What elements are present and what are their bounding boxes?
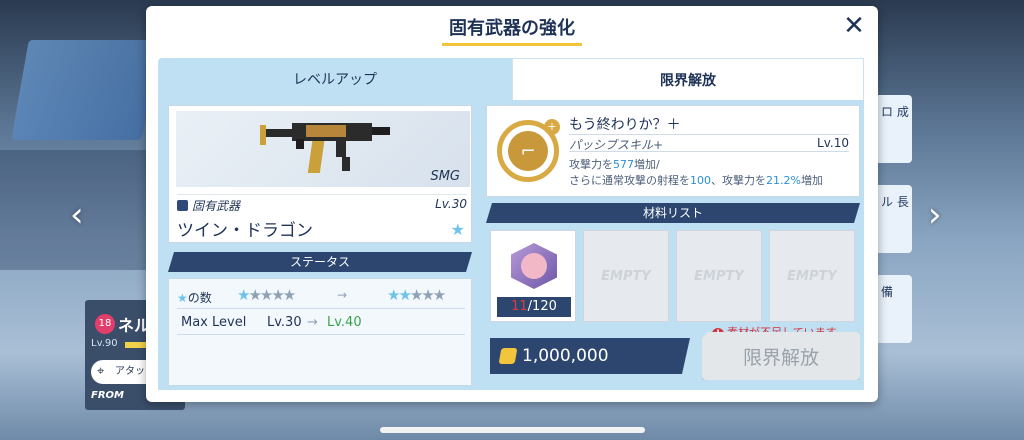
desc-text: 増加 (800, 174, 823, 187)
credit-icon (499, 348, 518, 364)
character-face-icon (521, 253, 547, 279)
desc-value: 577 (613, 158, 634, 171)
star-unlit-icon: ★★★ (409, 286, 446, 304)
weapon-name: ツイン・ドラゴン (177, 221, 313, 241)
weapon-enhance-dialog: 固有武器の強化 ✕ レベルアップ 限界解放 SMG 固有武器 Lv.30 ツイン… (146, 6, 878, 402)
dialog-title-text: 固有武器の強化 (449, 18, 575, 39)
max-level-row: Max Level Lv.30 → Lv.40 (177, 309, 465, 335)
status-header: ステータス (168, 252, 472, 272)
weapon-kind-label: 固有武器 (177, 197, 240, 214)
star-from-stars: ★★★★★ (237, 286, 296, 304)
skill-icon: ⌐ + (497, 119, 560, 182)
background-panel-item: ロ 成 (872, 95, 912, 163)
skill-name: もう終わりか？＋ (569, 117, 681, 133)
tab-limit-break[interactable]: 限界解放 (512, 58, 864, 100)
star-count-label: ★の数 (177, 289, 212, 306)
materials-header: 材料リスト (486, 203, 860, 223)
background-panel-item: ル 長 (872, 185, 912, 253)
tab-bar: レベルアップ 限界解放 (158, 58, 864, 100)
smg-weapon-icon (260, 123, 390, 173)
background-logo (11, 40, 159, 140)
material-slot-empty: EMPTY (583, 230, 669, 322)
star-lit-icon: ★ (237, 286, 251, 304)
desc-text: 、攻撃力を (711, 174, 766, 187)
weapon-level: Lv.30 (435, 197, 467, 211)
weapon-star-icon: ★ (450, 220, 465, 239)
skill-level: Lv.10 (817, 136, 849, 150)
desc-text: さらに通常攻撃の射程を (569, 174, 690, 187)
desc-value: 100 (690, 174, 711, 187)
material-slot-empty: EMPTY (769, 230, 855, 322)
skill-type: パッシブスキル+ (569, 138, 664, 152)
material-need: /120 (527, 299, 557, 314)
weapon-meta: 固有武器 Lv.30 (177, 194, 467, 214)
from-label: FROM (91, 390, 124, 401)
gun-icon: ⌐ (508, 131, 548, 171)
plus-badge-icon: + (544, 119, 560, 135)
max-level-to: Lv.40 (327, 315, 362, 330)
weapon-card: SMG 固有武器 Lv.30 ツイン・ドラゴン ★ (168, 105, 472, 243)
star-count-text: の数 (187, 291, 212, 305)
material-slot-empty: EMPTY (676, 230, 762, 322)
background-panel-item: 備 (872, 275, 912, 343)
weapon-type: SMG (430, 169, 460, 184)
star-lit-icon: ★★ (387, 286, 412, 304)
skill-card: ⌐ + もう終わりか？＋ パッシブスキル+ Lv.10 攻撃力を577増加/ さ… (486, 105, 860, 197)
skill-type-row: パッシブスキル+ Lv.10 (569, 134, 849, 152)
max-level-label: Max Level (181, 315, 247, 330)
home-indicator[interactable] (380, 427, 645, 433)
character-level: Lv.90 (91, 338, 118, 349)
tab-level-up[interactable]: レベルアップ (158, 58, 512, 100)
material-count: 11/120 (497, 297, 571, 317)
credit-cost: 1,000,000 (490, 338, 690, 374)
dialog-title: 固有武器の強化 (146, 14, 878, 46)
credit-cost-value: 1,000,000 (522, 346, 609, 366)
skill-description-line1: 攻撃力を577増加/ (569, 156, 660, 172)
skill-description-line2: さらに通常攻撃の射程を100、攻撃力を21.2%増加 (569, 172, 823, 188)
character-level-badge: 18 (95, 314, 115, 334)
desc-text: 攻撃力を (569, 158, 613, 171)
star-count-row: ★の数 ★★★★★ → ★★★★★ (177, 283, 465, 309)
weapon-image: SMG (176, 111, 470, 187)
next-arrow-icon[interactable]: › (928, 195, 942, 235)
status-panel: ★の数 ★★★★★ → ★★★★★ Max Level Lv.30 → Lv.4… (168, 278, 472, 386)
desc-text: 増加/ (634, 158, 660, 171)
background-right-panels: ロ 成 ル 長 備 (872, 95, 912, 365)
star-to-stars: ★★★★★ (387, 286, 446, 304)
arrow-right-icon: → (337, 288, 348, 302)
desc-value: 21.2% (766, 174, 801, 187)
previous-arrow-icon[interactable]: ‹ (70, 195, 84, 235)
eleph-gem-icon (511, 243, 557, 289)
max-level-from: Lv.30 (267, 315, 302, 330)
material-have: 11 (511, 299, 528, 314)
material-slot-eleph[interactable]: 11/120 (490, 230, 576, 322)
star-icon: ★ (177, 291, 188, 305)
arrow-right-icon: → (307, 315, 318, 330)
star-unlit-icon: ★★★★ (248, 286, 296, 304)
limit-break-button[interactable]: 限界解放 (702, 332, 860, 380)
title-underline (442, 43, 582, 46)
close-icon[interactable]: ✕ (840, 11, 868, 41)
